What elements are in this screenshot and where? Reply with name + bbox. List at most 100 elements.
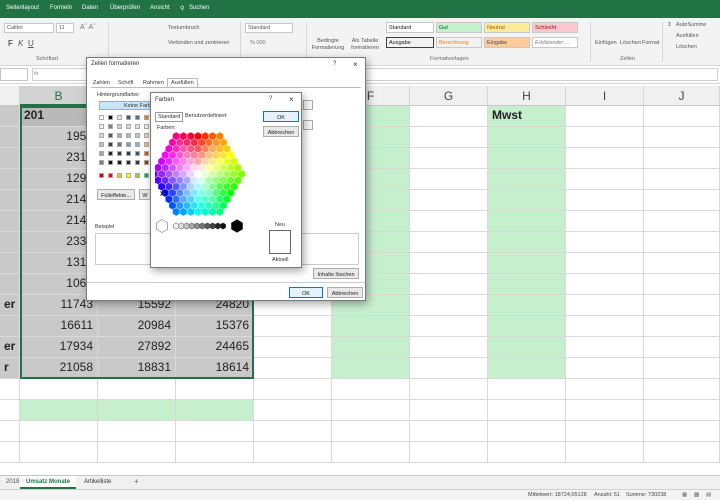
grid-cell[interactable] xyxy=(566,316,644,337)
grid-cell[interactable] xyxy=(566,169,644,190)
grid-cell[interactable] xyxy=(0,148,20,169)
cell-a13[interactable]: r xyxy=(0,358,20,379)
grid-cell[interactable] xyxy=(0,274,20,295)
palette-swatch[interactable] xyxy=(135,115,140,120)
colors-ok-button[interactable]: OK xyxy=(263,111,299,122)
grid-cell[interactable] xyxy=(254,337,332,358)
menu-formeln[interactable]: Formeln xyxy=(50,5,72,11)
grid-cell[interactable] xyxy=(0,253,20,274)
grid-cell[interactable] xyxy=(410,169,488,190)
palette-swatch[interactable] xyxy=(117,124,122,129)
grid-cell[interactable] xyxy=(644,190,720,211)
grid-cell[interactable] xyxy=(332,400,410,421)
gray-hex-cell[interactable] xyxy=(209,222,216,230)
format-dialog-cancel-button[interactable]: Abbrechen xyxy=(327,287,363,298)
grid-cell[interactable] xyxy=(488,337,566,358)
grid-cell[interactable] xyxy=(488,442,566,463)
grid-cell[interactable] xyxy=(176,421,254,442)
cell-a12[interactable]: er xyxy=(0,337,20,358)
menu-daten[interactable]: Daten xyxy=(82,5,98,11)
palette-swatch[interactable] xyxy=(117,173,122,178)
grid-cell[interactable] xyxy=(0,211,20,232)
grid-cell[interactable] xyxy=(410,316,488,337)
grid-cell[interactable] xyxy=(488,127,566,148)
grid-cell[interactable] xyxy=(176,379,254,400)
palette-swatch[interactable] xyxy=(99,173,104,178)
palette-swatch[interactable] xyxy=(99,160,104,165)
cell-d13[interactable]: 18614 xyxy=(176,358,254,379)
grow-font-icon[interactable]: Aˆ Aˇ xyxy=(80,24,96,31)
gray-hex-cell[interactable] xyxy=(199,222,206,230)
style-gut[interactable]: Gut xyxy=(436,22,482,33)
column-header-j[interactable]: J xyxy=(644,86,720,106)
grid-cell[interactable] xyxy=(332,316,410,337)
palette-swatch[interactable] xyxy=(135,173,140,178)
palette-swatch[interactable] xyxy=(108,160,113,165)
gray-hex-cell[interactable] xyxy=(193,222,201,230)
insert-cells-button[interactable]: Einfügen xyxy=(595,40,617,46)
cell-b11[interactable]: 16611 xyxy=(20,316,98,337)
gray-hex-cell[interactable] xyxy=(173,222,180,230)
tab-rahmen[interactable]: Rahmen xyxy=(143,80,164,86)
grid-cell[interactable] xyxy=(410,211,488,232)
grid-cell[interactable] xyxy=(20,421,98,442)
colors-dialog-close-button[interactable]: × xyxy=(289,95,294,104)
merge-center-button[interactable]: Verbinden und zentrieren xyxy=(168,40,229,46)
percent-icon[interactable]: % 000 xyxy=(250,40,266,46)
bold-icon[interactable]: F xyxy=(8,39,13,48)
grid-cell[interactable] xyxy=(566,127,644,148)
colors-dialog-help-button[interactable]: ? xyxy=(269,96,272,102)
palette-swatch[interactable] xyxy=(135,160,140,165)
menu-ansicht[interactable]: Ansicht xyxy=(150,5,170,11)
grid-cell[interactable] xyxy=(410,358,488,379)
grid-cell[interactable] xyxy=(254,379,332,400)
palette-swatch[interactable] xyxy=(126,160,131,165)
style-ausgabe[interactable]: Ausgabe xyxy=(386,37,434,48)
grid-cell[interactable] xyxy=(566,295,644,316)
grid-cell[interactable] xyxy=(0,232,20,253)
grid-cell[interactable] xyxy=(644,274,720,295)
grid-cell[interactable] xyxy=(98,421,176,442)
menu-suchen[interactable]: Suchen xyxy=(189,5,209,11)
palette-swatch[interactable] xyxy=(117,115,122,120)
tab-zahlen[interactable]: Zahlen xyxy=(93,80,110,86)
palette-swatch[interactable] xyxy=(99,115,104,120)
grid-cell[interactable] xyxy=(410,190,488,211)
palette-swatch[interactable] xyxy=(126,133,131,138)
sheet-tab-umsatz-monate[interactable]: Umsatz Monate xyxy=(20,476,77,489)
view-normal-icon[interactable]: ▦ xyxy=(682,492,687,498)
grid-cell[interactable] xyxy=(0,400,20,421)
style-neutral[interactable]: Neutral xyxy=(484,22,530,33)
column-header-g[interactable]: G xyxy=(410,86,488,106)
tab-ausfuellen[interactable]: Ausfüllen xyxy=(167,78,198,87)
palette-swatch[interactable] xyxy=(126,115,131,120)
palette-swatch[interactable] xyxy=(108,133,113,138)
palette-swatch[interactable] xyxy=(117,142,122,147)
grid-cell[interactable] xyxy=(98,400,176,421)
column-header-h[interactable]: H xyxy=(488,86,566,106)
grid-cell[interactable] xyxy=(20,442,98,463)
italic-icon[interactable]: K xyxy=(18,39,23,48)
cell-b12[interactable]: 17934 xyxy=(20,337,98,358)
grid-cell[interactable] xyxy=(644,379,720,400)
cell-c13[interactable]: 18831 xyxy=(98,358,176,379)
palette-swatch[interactable] xyxy=(144,115,149,120)
grid-cell[interactable] xyxy=(644,253,720,274)
gray-hex-cell[interactable] xyxy=(231,219,243,233)
fill-button[interactable]: Ausfüllen xyxy=(676,33,699,39)
grid-cell[interactable] xyxy=(410,295,488,316)
colors-cancel-button[interactable]: Abbrechen xyxy=(263,126,299,137)
grid-cell[interactable] xyxy=(566,358,644,379)
grid-cell[interactable] xyxy=(566,106,644,127)
gray-hex-cell[interactable] xyxy=(183,222,190,230)
grid-cell[interactable] xyxy=(488,211,566,232)
grid-cell[interactable] xyxy=(98,379,176,400)
grid-cell[interactable] xyxy=(488,232,566,253)
cell-h1[interactable]: Mwst xyxy=(488,106,566,127)
grid-cell[interactable] xyxy=(566,211,644,232)
palette-swatch[interactable] xyxy=(135,142,140,147)
grid-cell[interactable] xyxy=(332,337,410,358)
cell-c11[interactable]: 20984 xyxy=(98,316,176,337)
grid-cell[interactable] xyxy=(410,232,488,253)
cell-d12[interactable]: 24465 xyxy=(176,337,254,358)
